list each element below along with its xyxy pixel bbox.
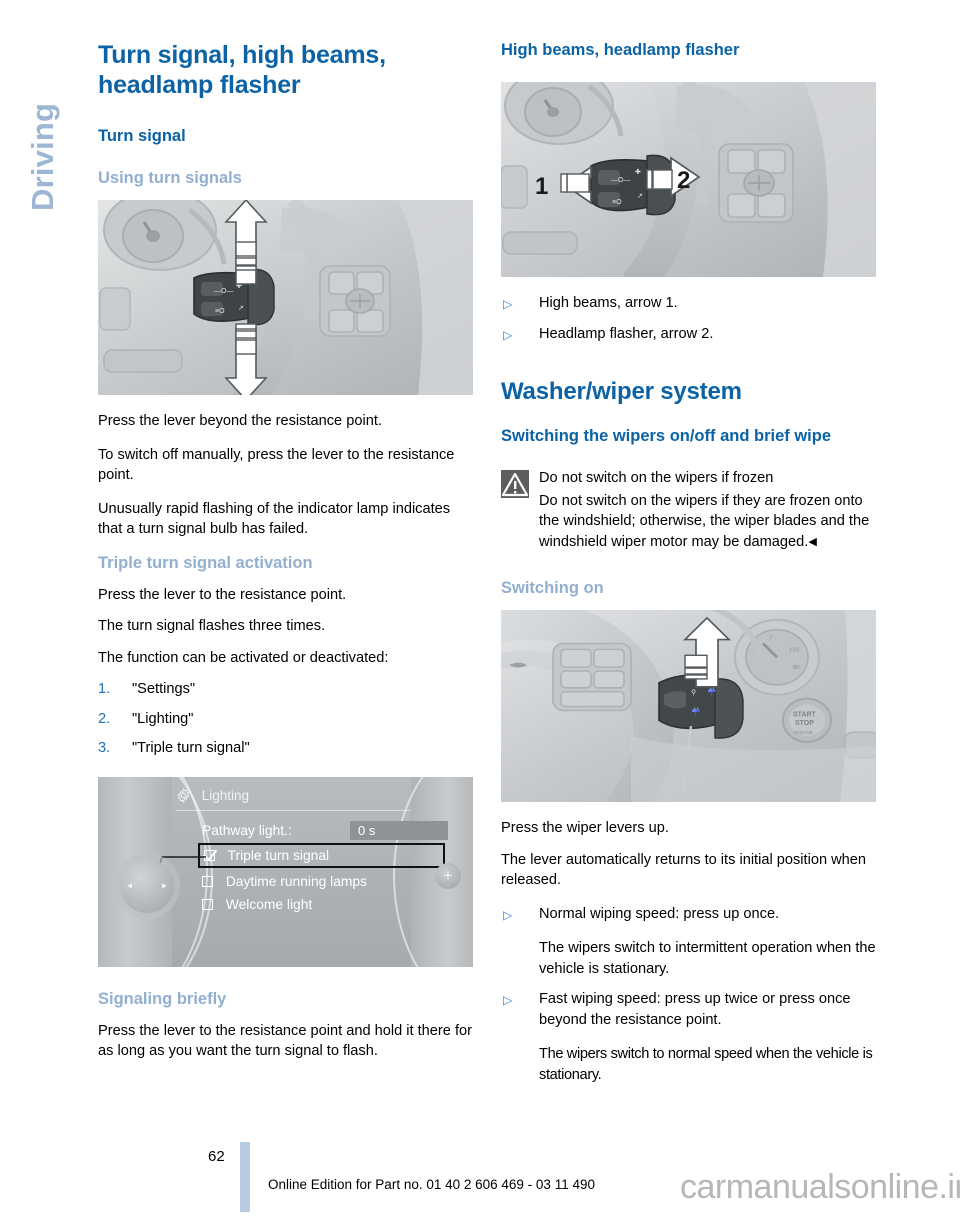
section-title-washer-wiper: Washer/wiper system — [501, 378, 742, 405]
idrive-menu-rows: Pathway light.: 0 s Triple turn signal D… — [198, 819, 448, 916]
paragraph-flashes-three: The turn signal flashes three times. — [98, 618, 326, 634]
controller-right-arrow-icon[interactable]: ▸ — [162, 880, 167, 891]
warning-heading: Do not switch on the wipers if frozen — [539, 470, 774, 486]
step-label: "Triple turn signal" — [132, 740, 250, 756]
step-number: 3. — [98, 740, 111, 756]
svg-text:⚲: ⚲ — [691, 689, 696, 697]
paragraph-signaling-briefly: Press the lever to the resistance point … — [98, 1022, 472, 1060]
paragraph-lever-returns: The lever automatically returns to its i… — [501, 851, 867, 889]
idrive-title-bar: Lighting — [176, 785, 411, 811]
idrive-row-label: Daytime running lamps — [225, 873, 367, 889]
page-number: 62 — [208, 1148, 225, 1165]
bullet-note-intermittent: The wipers switch to intermittent operat… — [539, 940, 876, 977]
paragraph-switch-off: To switch off manually, press the lever … — [98, 446, 455, 484]
idrive-row-label: Welcome light — [225, 896, 313, 912]
step-number: 2. — [98, 710, 111, 727]
triangle-bullet-icon: ▷ — [503, 907, 513, 922]
bullet-note-normal-speed: The wipers switch to normal speed when t… — [539, 1046, 873, 1083]
list-item: 1. "Settings" — [98, 679, 473, 700]
edition-text: Online Edition for Part no. 01 40 2 606 … — [268, 1177, 595, 1192]
manual-page: Driving Turn signal, high beams, headlam… — [0, 0, 960, 1222]
idrive-row-triple-turn-signal[interactable]: Triple turn signal — [198, 842, 445, 868]
svg-text:↗: ↗ — [238, 305, 244, 312]
wiper-stalk-photo: 7 120 80 START STOP ENGINE ⚲ ☔ ☔ — [501, 610, 876, 802]
subheading-switching-wipers: Switching the wipers on/off and brief wi… — [501, 427, 832, 445]
list-item: ▷ Normal wiping speed: press up once. — [501, 904, 876, 925]
page-columns: Turn signal, high beams, headlamp flashe… — [0, 0, 960, 1140]
list-item: 3. "Triple turn signal" — [98, 738, 473, 759]
section-heading-turn-signal: Turn signal — [98, 127, 186, 145]
svg-text:ENGINE: ENGINE — [794, 730, 814, 736]
idrive-row-value: 0 s — [350, 820, 448, 840]
page-title: Turn signal, high beams, headlamp flashe… — [98, 41, 386, 99]
svg-text:7: 7 — [769, 636, 772, 642]
high-beam-bullet-list: ▷ High beams, arrow 1. ▷ Headlamp flashe… — [501, 293, 876, 344]
idrive-row-pathway-light[interactable]: Pathway light.: 0 s — [202, 819, 448, 842]
svg-text:80: 80 — [793, 665, 800, 671]
list-item: ▷ High beams, arrow 1. — [501, 293, 876, 314]
list-item: ▷ Fast wiping speed: press up twice or p… — [501, 989, 876, 1030]
subheading-signaling-briefly: Signaling briefly — [98, 989, 227, 1008]
subheading-triple-turn-signal: Triple turn signal activation — [98, 553, 313, 572]
subheading-switching-on: Switching on — [501, 579, 604, 597]
settings-steps-list: 1. "Settings" 2. "Lighting" 3. "Triple t… — [98, 679, 473, 759]
high-beam-stalk-photo: —O— ≡O ✚ ↗ 1 2 — [501, 82, 876, 277]
triangle-bullet-icon: ▷ — [503, 297, 513, 311]
wiper-speed-bullet-list: ▷ Normal wiping speed: press up once. — [501, 904, 876, 925]
paragraph-press-resistance: Press the lever to the resistance point. — [98, 586, 347, 603]
subheading-using-turn-signals: Using turn signals — [98, 169, 242, 187]
bullet-text: Headlamp flasher, arrow 2. — [539, 325, 714, 342]
idrive-row-label: Pathway light.: — [202, 822, 292, 838]
idrive-title-label: Lighting — [201, 787, 250, 803]
warning-triangle-icon — [501, 470, 529, 498]
svg-text:≡O: ≡O — [612, 199, 622, 206]
svg-text:☔: ☔ — [707, 687, 717, 697]
step-label: "Lighting" — [132, 710, 194, 727]
svg-text:↗: ↗ — [637, 193, 643, 200]
bullet-text: High beams, arrow 1. — [539, 295, 678, 311]
svg-text:—O—: —O— — [214, 288, 233, 295]
warning-block: Do not switch on the wipers if frozen Do… — [501, 468, 876, 552]
warning-body-text: Do not switch on the wipers if they are … — [539, 492, 870, 550]
wiper-fast-bullet-list: ▷ Fast wiping speed: press up twice or p… — [501, 989, 876, 1030]
controller-left-arrow-icon[interactable]: ◂ — [127, 880, 132, 891]
right-column: High beams, headlamp flasher —O— ≡O ✚ ↗ … — [501, 40, 876, 1095]
turn-signal-stalk-photo: —O— ≡O ✚ ↗ — [98, 200, 473, 395]
idrive-row-label: Triple turn signal — [227, 847, 330, 863]
paragraph-activated-deactivated: The function can be activated or deactiv… — [98, 649, 389, 666]
bullet-text: Fast wiping speed: press up twice or pre… — [539, 991, 851, 1028]
left-column: Turn signal, high beams, headlamp flashe… — [98, 40, 473, 1075]
arrow-label-2: 2 — [677, 167, 690, 194]
gear-icon — [177, 787, 190, 803]
paragraph-press-lever: Press the lever beyond the resistance po… — [98, 413, 382, 429]
paragraph-rapid-flashing: Unusually rapid flashing of the indicato… — [98, 500, 451, 538]
warning-end-mark: ◀ — [808, 535, 817, 548]
idrive-lighting-menu: Lighting Pathway light.: 0 s Triple turn… — [98, 776, 473, 967]
svg-text:≡O: ≡O — [215, 308, 225, 315]
svg-text:120: 120 — [789, 647, 800, 653]
svg-text:—O—: —O— — [611, 177, 630, 184]
subheading-high-beams: High beams, headlamp flasher — [501, 41, 740, 59]
svg-text:STOP: STOP — [795, 720, 814, 727]
idrive-plus-button[interactable]: + — [435, 862, 461, 889]
triangle-bullet-icon: ▷ — [503, 993, 513, 1007]
svg-text:✚: ✚ — [635, 168, 641, 176]
list-item: 2. "Lighting" — [98, 709, 473, 730]
triangle-bullet-icon: ▷ — [503, 327, 513, 342]
idrive-row-daytime-running-lamps[interactable]: Daytime running lamps — [202, 870, 407, 893]
svg-text:START: START — [793, 711, 817, 718]
step-number: 1. — [98, 681, 111, 697]
warning-body-first-line: Do not switch on the wipers if they are … — [501, 491, 876, 553]
list-item: ▷ Headlamp flasher, arrow 2. — [501, 324, 876, 345]
idrive-row-welcome-light[interactable]: Welcome light — [202, 893, 407, 916]
svg-text:☔: ☔ — [691, 706, 701, 716]
watermark: carmanualsonline.info — [680, 1168, 960, 1206]
paragraph-press-wiper-levers: Press the wiper levers up. — [501, 820, 669, 836]
arrow-label-1: 1 — [535, 173, 548, 200]
bullet-text: Normal wiping speed: press up once. — [539, 905, 780, 922]
footer-rule — [240, 1142, 250, 1212]
idrive-controller-knob[interactable]: ◂ ▸ — [120, 858, 174, 913]
checkbox-icon[interactable] — [202, 898, 213, 910]
step-label: "Settings" — [132, 681, 196, 697]
